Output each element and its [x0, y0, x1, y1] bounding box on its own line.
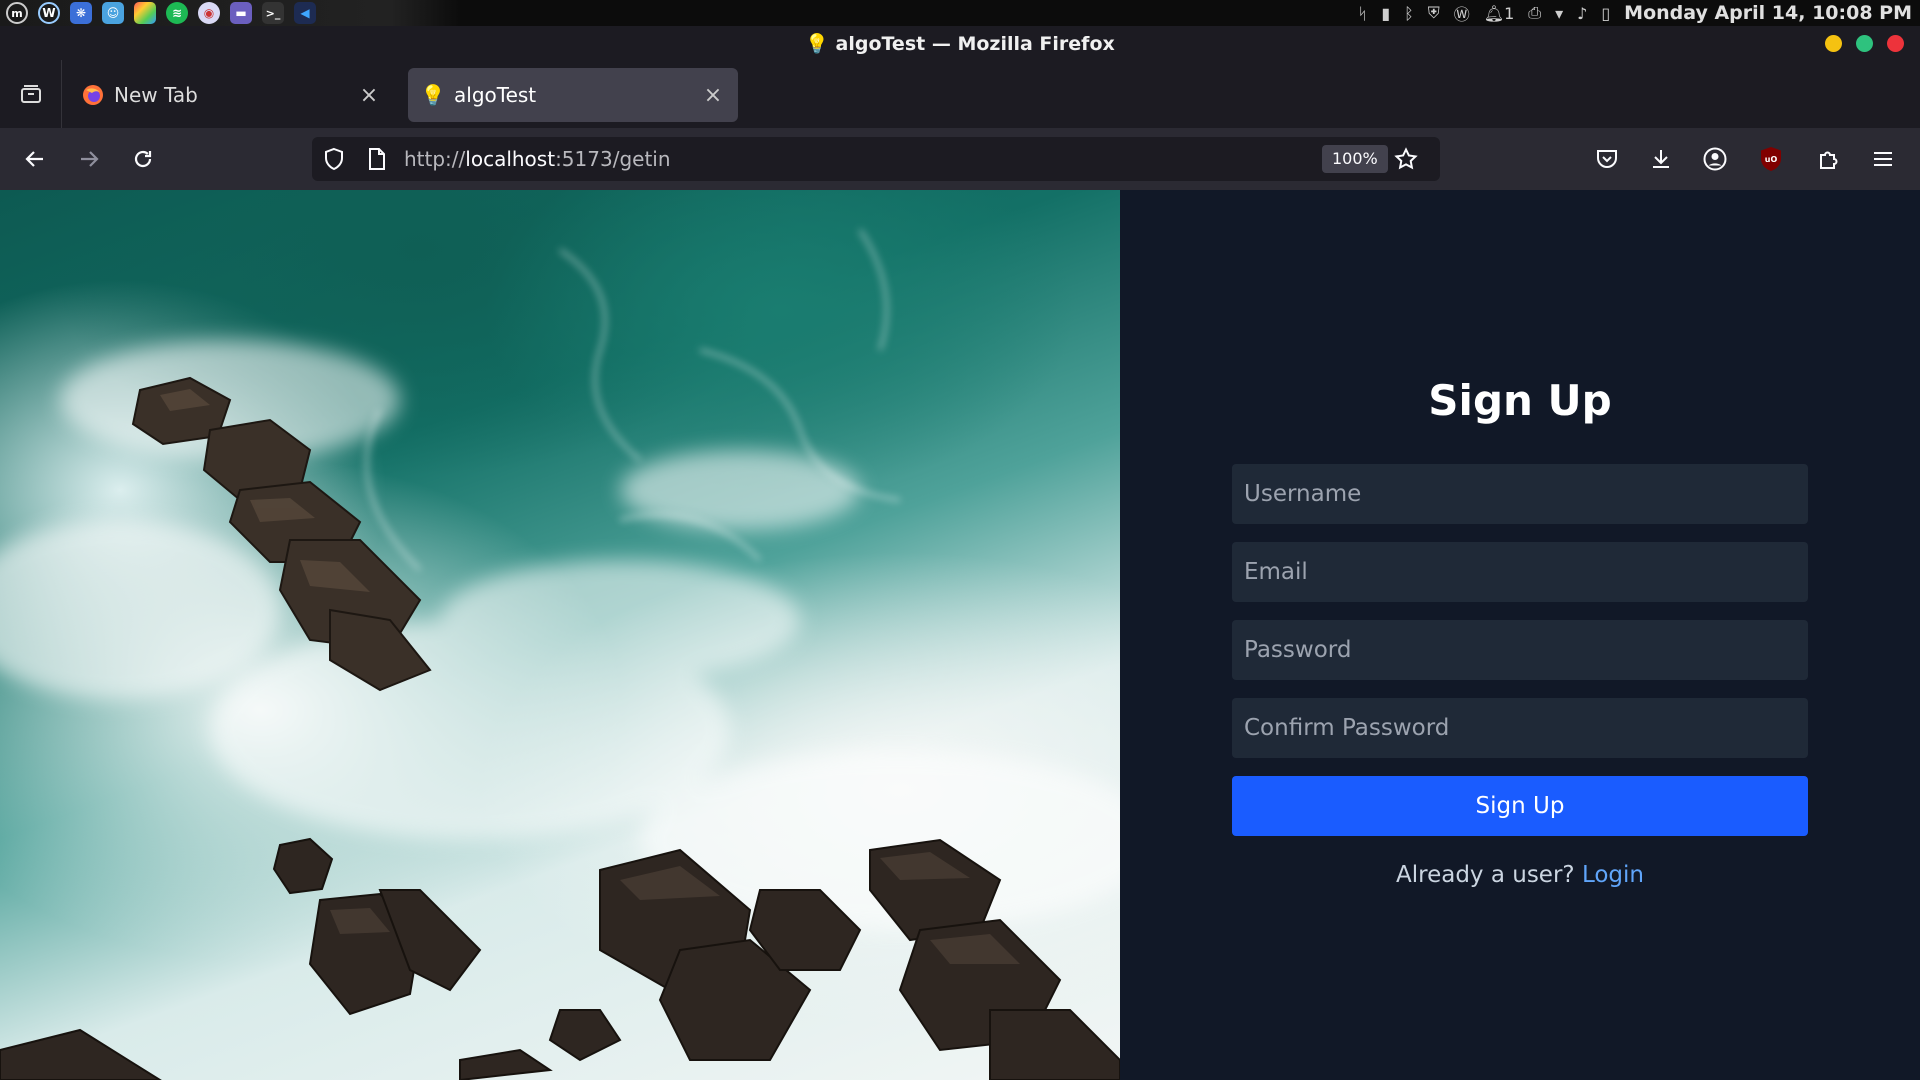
page-icon[interactable] — [366, 147, 388, 171]
minimize-button[interactable] — [1825, 35, 1842, 52]
firefox-icon — [82, 84, 104, 106]
username-input[interactable] — [1232, 464, 1808, 524]
tab-overview-button[interactable] — [0, 60, 62, 128]
finder-icon[interactable]: ☺ — [102, 2, 124, 24]
signup-title: Sign Up — [1428, 376, 1612, 425]
browser-app-icon[interactable]: ◉ — [198, 2, 220, 24]
lightbulb-icon: 💡 — [420, 83, 446, 107]
close-tab-icon[interactable]: × — [358, 83, 380, 108]
forward-button[interactable] — [72, 142, 106, 176]
wordpress-icon[interactable]: W — [38, 2, 60, 24]
ocean-rocks-hero-image — [0, 190, 1120, 1080]
login-link[interactable]: Login — [1582, 862, 1644, 888]
arrow-left-icon — [25, 151, 43, 167]
already-user-text: Already a user? — [1396, 862, 1575, 888]
downloads-button[interactable] — [1644, 142, 1678, 176]
arrow-right-icon — [81, 151, 99, 167]
tab-algotest[interactable]: 💡 algoTest × — [408, 68, 738, 122]
battery-icon[interactable]: ▯ — [1601, 4, 1610, 23]
taskbar-apps: m W ❋ ☺ ≋ ◉ ▬ >_ ◀ — [0, 0, 460, 26]
tab-overview-icon — [20, 85, 41, 103]
url-path: :5173/getin — [555, 147, 671, 171]
download-icon — [1653, 150, 1669, 168]
notes-app-icon[interactable]: ▬ — [230, 2, 252, 24]
reload-icon — [134, 150, 152, 168]
close-window-button[interactable] — [1887, 35, 1904, 52]
maximize-button[interactable] — [1856, 35, 1873, 52]
svg-text:uO: uO — [1765, 155, 1778, 164]
ublock-button[interactable]: uO — [1754, 142, 1788, 176]
terminal-icon[interactable]: >_ — [262, 2, 284, 24]
url-text[interactable]: http://localhost:5173/getin — [404, 147, 671, 171]
photos-app-icon[interactable] — [134, 2, 156, 24]
rock-illustration — [0, 229, 1120, 1080]
spotify-icon[interactable]: ≋ — [166, 2, 188, 24]
reload-button[interactable] — [126, 142, 160, 176]
close-tab-icon[interactable]: × — [702, 83, 724, 108]
app-menu-button[interactable] — [1866, 142, 1900, 176]
wifi-icon[interactable]: ▾ — [1555, 4, 1563, 23]
input-method-icon[interactable]: ᛋ — [1358, 4, 1368, 23]
workspace-icon[interactable]: m — [6, 2, 28, 24]
window-title-bar: 💡 algoTest — Mozilla Firefox — [0, 26, 1920, 60]
window-title: 💡 algoTest — Mozilla Firefox — [805, 32, 1115, 55]
email-input[interactable] — [1232, 542, 1808, 602]
bluetooth-icon[interactable]: ᛒ — [1404, 4, 1414, 23]
signup-button[interactable]: Sign Up — [1232, 776, 1808, 836]
hamburger-menu-icon — [1874, 152, 1892, 166]
window-controls — [1825, 35, 1904, 52]
account-icon — [1703, 147, 1727, 171]
url-host: localhost — [465, 147, 556, 171]
wordpress-tray-icon[interactable]: Ⓦ — [1454, 1, 1470, 25]
page-content: Sign Up Sign Up Already a user? Login — [0, 190, 1920, 1080]
clock[interactable]: Monday April 14, 10:08 PM — [1624, 2, 1912, 24]
volume-icon[interactable]: ♪ — [1577, 4, 1587, 23]
notifications-icon[interactable]: 🔔︎1 — [1484, 4, 1515, 23]
navigation-toolbar: http://localhost:5173/getin 100% uO — [0, 128, 1920, 190]
tab-new-tab[interactable]: New Tab × — [68, 68, 394, 122]
tab-label: New Tab — [114, 83, 198, 107]
system-top-bar: m W ❋ ☺ ≋ ◉ ▬ >_ ◀ ᛋ ▮ ᛒ ⛨ Ⓦ 🔔︎1 ⎙ ▾ ♪ ▯… — [0, 0, 1920, 26]
chat-app-icon[interactable]: ❋ — [70, 2, 92, 24]
vscode-icon[interactable]: ◀ — [294, 2, 316, 24]
clipboard-icon[interactable]: ▮ — [1381, 4, 1390, 23]
shield-tray-icon[interactable]: ⛨ — [1428, 3, 1440, 23]
tab-label: algoTest — [454, 83, 537, 107]
ublock-origin-icon: uO — [1761, 147, 1781, 171]
shield-icon[interactable] — [322, 147, 346, 171]
pocket-icon — [1597, 150, 1617, 168]
url-scheme: http:// — [404, 147, 466, 171]
zoom-level-button[interactable]: 100% — [1322, 145, 1388, 173]
url-bar[interactable]: http://localhost:5173/getin 100% — [312, 137, 1440, 181]
bookmark-star-icon[interactable] — [1394, 147, 1418, 171]
password-input[interactable] — [1232, 620, 1808, 680]
pocket-button[interactable] — [1590, 142, 1624, 176]
back-button[interactable] — [18, 142, 52, 176]
system-tray: ᛋ ▮ ᛒ ⛨ Ⓦ 🔔︎1 ⎙ ▾ ♪ ▯ Monday April 14, 1… — [1358, 1, 1920, 25]
tab-strip: New Tab × 💡 algoTest × + — [0, 60, 1920, 173]
account-button[interactable] — [1698, 142, 1732, 176]
puzzle-piece-icon — [1820, 151, 1838, 169]
signup-panel: Sign Up Sign Up Already a user? Login — [1120, 190, 1920, 1080]
extensions-button[interactable] — [1812, 142, 1846, 176]
confirm-password-input[interactable] — [1232, 698, 1808, 758]
printer-icon[interactable]: ⎙ — [1528, 3, 1541, 23]
login-prompt: Already a user? Login — [1120, 862, 1920, 888]
notification-count: 1 — [1504, 3, 1515, 23]
